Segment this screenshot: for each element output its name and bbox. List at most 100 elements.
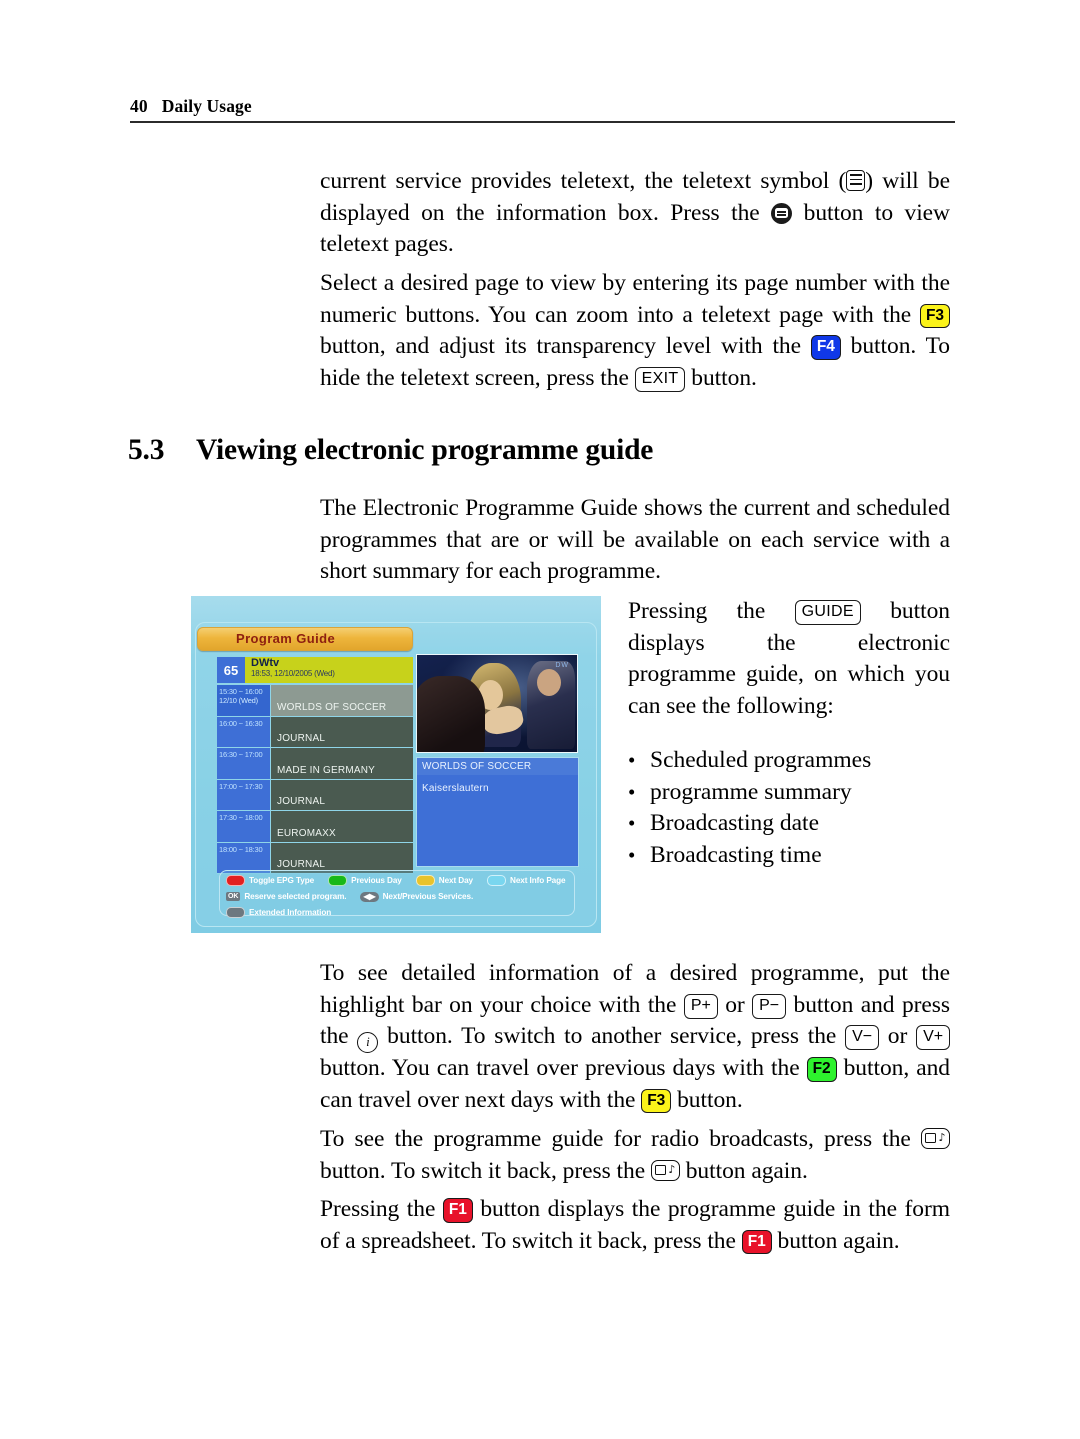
epg-window-title: Program Guide xyxy=(236,631,336,646)
epg-schedule-row[interactable]: 16:30 ~ 17:00 MADE IN GERMANY xyxy=(217,748,413,780)
paragraph-epg-intro: The Electronic Programme Guide shows the… xyxy=(320,495,950,584)
text-run: Pressing the xyxy=(320,1196,443,1222)
legend-red-label: Toggle EPG Type xyxy=(249,876,315,885)
text-run: button. To switch to another service, pr… xyxy=(378,1023,846,1049)
text-run: To see the programme guide for radio bro… xyxy=(320,1126,921,1152)
info-button-icon: i xyxy=(357,1032,379,1053)
text-run: Pressing the xyxy=(628,598,795,624)
epg-row-programme: WORLDS OF SOCCER xyxy=(271,685,413,716)
list-item: Scheduled programmes xyxy=(628,745,871,777)
list-item: Broadcasting date xyxy=(628,808,871,840)
person-right-figure xyxy=(527,661,575,749)
text-run: Select a desired page to view by enterin… xyxy=(320,270,950,328)
section-heading: 5.3 Viewing electronic programme guide xyxy=(128,434,653,467)
key-guide[interactable]: GUIDE xyxy=(794,600,861,625)
epg-row-time: 17:30 ~ 18:00 xyxy=(217,811,271,842)
list-item: Broadcasting time xyxy=(628,840,871,872)
broadcaster-logo: DW xyxy=(555,662,569,669)
epg-row-programme: JOURNAL xyxy=(271,842,413,873)
epg-channel-info: DWtv 18:53, 12/10/2005 (Wed) xyxy=(245,657,413,683)
text-run: button. You can travel over previous day… xyxy=(320,1055,807,1081)
epg-row-time-range: 16:00 ~ 16:30 xyxy=(219,718,263,728)
cyan-key-icon xyxy=(487,875,507,886)
paragraph-teletext-symbol: current service provides teletext, the t… xyxy=(320,166,950,261)
text-run: button. xyxy=(685,364,757,391)
legend-ok-label: Reserve selected program. xyxy=(244,892,347,901)
epg-row-date: 12/10 (Wed) xyxy=(219,696,258,705)
page-running-header: 40 Daily Usage xyxy=(130,96,955,123)
red-key-icon xyxy=(226,875,245,886)
epg-info-title: WORLDS OF SOCCER xyxy=(417,758,578,775)
key-f3-next-days[interactable]: F3 xyxy=(641,1088,672,1113)
teletext-button-icon xyxy=(771,202,793,224)
text-run: current service provides teletext, the t… xyxy=(320,168,847,194)
epg-channel-header: 65 DWtv 18:53, 12/10/2005 (Wed) xyxy=(217,657,413,683)
epg-feature-list: Scheduled programmes programme summary B… xyxy=(628,745,871,871)
paragraph-radio-guide: To see the programme guide for radio bro… xyxy=(320,1124,950,1187)
section-number: 5.3 xyxy=(128,434,165,466)
epg-channel-number: 65 xyxy=(217,657,245,683)
epg-row-time: 16:00 ~ 16:30 xyxy=(217,716,271,747)
list-item: programme summary xyxy=(628,777,871,809)
yellow-key-icon xyxy=(415,875,435,886)
epg-row-time: 15:30 ~ 16:00 12/10 (Wed) xyxy=(217,685,271,716)
page-number: 40 xyxy=(130,96,148,116)
section-title: Viewing electronic programme guide xyxy=(196,434,654,466)
epg-row-time-range: 18:00 ~ 18:30 xyxy=(219,844,263,854)
epg-window-title-bar: Program Guide xyxy=(197,627,413,651)
green-key-icon xyxy=(328,875,348,886)
epg-row-programme: EUROMAXX xyxy=(271,811,413,842)
page-title: Daily Usage xyxy=(161,96,252,116)
epg-screenshot-figure: Program Guide 65 DWtv 18:53, 12/10/2005 … xyxy=(191,596,601,933)
epg-schedule-row[interactable]: 17:00 ~ 17:30 JOURNAL xyxy=(217,779,413,811)
epg-row-time: 16:30 ~ 17:00 xyxy=(217,748,271,779)
key-v-plus[interactable]: V+ xyxy=(916,1025,950,1050)
key-f2[interactable]: F2 xyxy=(806,1057,837,1082)
person-left-figure xyxy=(417,676,485,752)
epg-row-time: 18:00 ~ 18:30 xyxy=(217,842,271,873)
legend-green-label: Previous Day xyxy=(351,876,402,885)
legend-arrows-label: Next/Previous Services. xyxy=(382,892,474,901)
epg-video-preview: DW xyxy=(416,654,578,753)
legend-info-label: Extended Information xyxy=(249,908,332,917)
left-right-arrows-icon: ◀▶ xyxy=(360,891,379,902)
key-v-minus[interactable]: V− xyxy=(845,1025,879,1050)
key-p-plus[interactable]: P+ xyxy=(683,993,718,1019)
epg-row-programme: MADE IN GERMANY xyxy=(271,748,413,779)
paragraph-detailed-info: To see detailed information of a desired… xyxy=(320,958,950,1116)
epg-row-time-range: 16:30 ~ 17:00 xyxy=(219,750,263,759)
epg-info-summary: Kaiserslautern xyxy=(422,783,489,794)
key-f3[interactable]: F3 xyxy=(920,303,950,328)
epg-schedule-list: 15:30 ~ 16:00 12/10 (Wed) WORLDS OF SOCC… xyxy=(217,685,413,874)
text-run: button again. xyxy=(771,1227,900,1254)
epg-schedule-row[interactable]: 16:00 ~ 16:30 JOURNAL xyxy=(217,716,413,748)
legend-yellow-label: Next Day xyxy=(438,876,474,885)
key-exit[interactable]: EXIT xyxy=(634,366,686,392)
text-run: or xyxy=(717,991,753,1018)
key-f1[interactable]: F1 xyxy=(442,1198,473,1223)
ok-key-icon: OK xyxy=(226,892,241,901)
header-divider xyxy=(130,121,955,123)
teletext-symbol-icon xyxy=(846,170,866,191)
tv-radio-toggle-icon: ♪ xyxy=(921,1128,950,1149)
epg-row-time-range: 15:30 ~ 16:00 xyxy=(219,687,263,696)
epg-row-programme: JOURNAL xyxy=(271,716,413,747)
text-run: button. xyxy=(671,1086,743,1113)
text-run: button. To switch it back, press the xyxy=(320,1157,651,1184)
paragraph-spreadsheet-form: Pressing the F1 button displays the prog… xyxy=(320,1194,950,1257)
paragraph-teletext-page-select: Select a desired page to view by enterin… xyxy=(320,268,950,394)
epg-clock: 18:53, 12/10/2005 (Wed) xyxy=(251,669,335,678)
epg-row-time-range: 17:30 ~ 18:00 xyxy=(219,813,263,822)
text-run: or xyxy=(879,1023,917,1049)
text-run: button again. xyxy=(679,1157,808,1184)
epg-schedule-row[interactable]: 17:30 ~ 18:00 EUROMAXX xyxy=(217,811,413,843)
key-p-minus[interactable]: P− xyxy=(752,993,787,1019)
info-key-icon xyxy=(226,907,245,918)
epg-schedule-row[interactable]: 15:30 ~ 16:00 12/10 (Wed) WORLDS OF SOCC… xyxy=(217,685,413,717)
epg-legend-bar: Toggle EPG Type Previous Day Next Day Ne… xyxy=(219,870,575,918)
legend-cyan-label: Next Info Page xyxy=(510,876,566,885)
key-f4[interactable]: F4 xyxy=(810,335,841,360)
key-f1-switch-back[interactable]: F1 xyxy=(741,1229,772,1254)
paragraph-guide-button: Pressing the GUIDE button displays the e… xyxy=(628,596,950,722)
epg-row-time-range: 17:00 ~ 17:30 xyxy=(219,781,263,791)
